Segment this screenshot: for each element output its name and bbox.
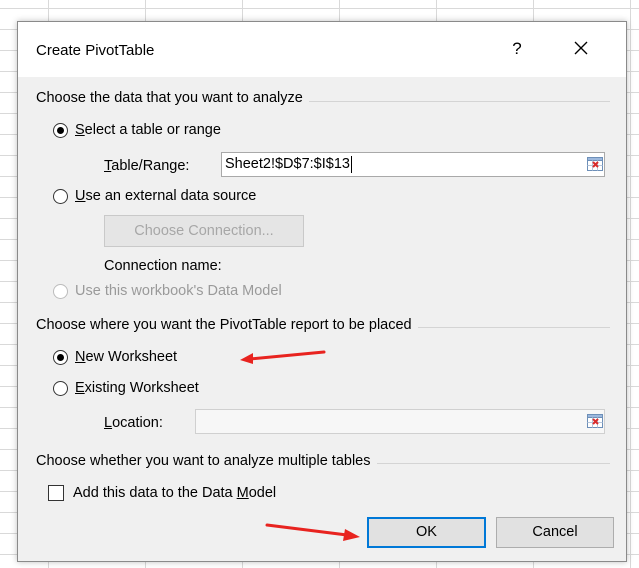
section-heading-data: Choose the data that you want to analyze (36, 90, 309, 106)
choose-connection-button[interactable]: Choose Connection... (104, 215, 304, 247)
location-selector-button[interactable] (584, 411, 606, 432)
cancel-button[interactable]: Cancel (496, 517, 614, 548)
radio-label: Existing Worksheet (75, 380, 199, 396)
radio-existing-worksheet[interactable]: Existing Worksheet (53, 380, 199, 396)
help-button[interactable]: ? (504, 36, 530, 62)
range-selector-icon (587, 414, 603, 428)
text-caret (350, 155, 352, 173)
radio-label: Select a table or range (75, 122, 221, 138)
ok-button[interactable]: OK (367, 517, 486, 548)
dialog-title: Create PivotTable (36, 42, 155, 59)
checkbox-add-to-data-model[interactable]: Add this data to the Data Model (48, 485, 276, 501)
location-label: Location: (104, 415, 163, 431)
radio-label: New Worksheet (75, 349, 178, 365)
radio-indicator (53, 283, 68, 299)
radio-label: Use an external data source (75, 188, 257, 204)
section-heading-multiple-tables: Choose whether you want to analyze multi… (36, 453, 377, 469)
checkbox-indicator (48, 485, 64, 501)
connection-name-label: Connection name: (104, 258, 222, 274)
table-range-value: Sheet2!$D$7:$I$13 (225, 156, 350, 172)
title-bar: Create PivotTable ? (18, 22, 626, 77)
table-range-selector-button[interactable] (584, 154, 606, 175)
radio-indicator (53, 349, 68, 365)
radio-new-worksheet[interactable]: New Worksheet (53, 349, 177, 365)
radio-indicator (53, 188, 68, 204)
section-heading-placement: Choose where you want the PivotTable rep… (36, 317, 418, 333)
radio-label: Use this workbook's Data Model (75, 283, 282, 299)
checkbox-label: Add this data to the Data Model (73, 485, 277, 501)
location-input[interactable] (195, 409, 605, 434)
radio-workbook-data-model[interactable]: Use this workbook's Data Model (53, 283, 282, 299)
radio-external-data-source[interactable]: Use an external data source (53, 188, 256, 204)
radio-indicator (53, 122, 68, 138)
radio-select-table-range[interactable]: Select a table or range (53, 122, 221, 138)
radio-indicator (53, 380, 68, 396)
red-arrow-icon (265, 523, 360, 541)
table-range-label: Table/Range: (104, 158, 190, 174)
range-selector-icon (587, 157, 603, 171)
close-button[interactable] (566, 33, 596, 63)
close-icon (574, 41, 588, 55)
red-arrow-icon (240, 350, 326, 364)
create-pivottable-dialog: Create PivotTable ? Choose the data that… (17, 21, 627, 562)
table-range-input[interactable]: Sheet2!$D$7:$I$13 (221, 152, 605, 177)
